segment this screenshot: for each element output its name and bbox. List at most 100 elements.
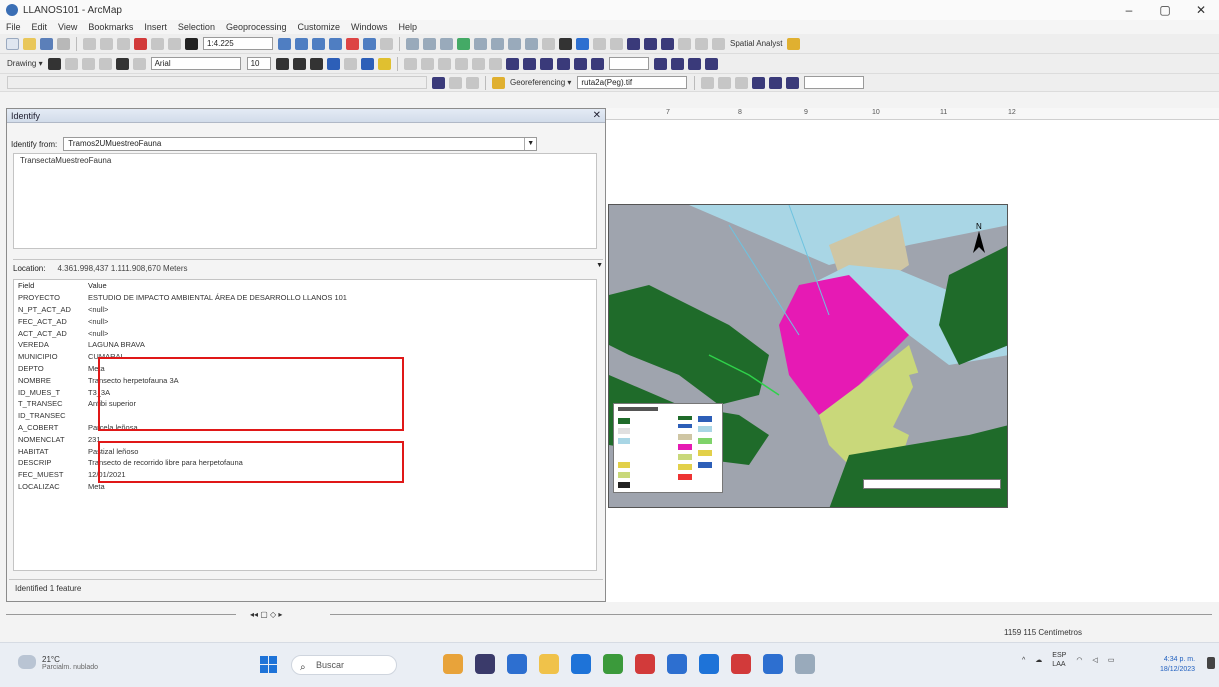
- georeferencing-menu[interactable]: Georeferencing ▾: [510, 78, 571, 87]
- zoom-out-icon[interactable]: [423, 37, 436, 50]
- menu-view[interactable]: View: [58, 22, 77, 32]
- data-driven-pages-icon[interactable]: [704, 57, 718, 70]
- hyperlink-icon[interactable]: [593, 37, 606, 50]
- chevron-down-icon[interactable]: ▼: [596, 262, 603, 269]
- layout-tool-4-icon[interactable]: [454, 57, 468, 70]
- language-indicator[interactable]: ESP LAA: [1052, 651, 1066, 669]
- full-extent-icon[interactable]: [457, 37, 470, 50]
- table-of-contents-icon[interactable]: [295, 37, 308, 50]
- attribute-row[interactable]: FEC_ACT_AD <null>: [14, 315, 596, 327]
- catalog-icon[interactable]: [312, 37, 325, 50]
- save-icon[interactable]: [40, 37, 53, 50]
- time-slider-icon[interactable]: [695, 37, 708, 50]
- layout-tool-1-icon[interactable]: [403, 57, 417, 70]
- forward-extent-icon[interactable]: [525, 37, 538, 50]
- select-elements-tool-icon[interactable]: [47, 57, 61, 70]
- new-document-icon[interactable]: [6, 37, 19, 50]
- layout-tool-5-icon[interactable]: [471, 57, 485, 70]
- layout-tool-2-icon[interactable]: [420, 57, 434, 70]
- measure-icon[interactable]: [627, 37, 640, 50]
- marker-color-icon[interactable]: [377, 57, 391, 70]
- battery-icon[interactable]: ▭: [1108, 656, 1115, 665]
- identify-title-bar[interactable]: Identify ✕: [7, 109, 605, 123]
- notifications-icon[interactable]: [1207, 657, 1215, 669]
- layout-tool-6-icon[interactable]: [488, 57, 502, 70]
- georef-tool-2-icon[interactable]: [718, 76, 732, 89]
- attribute-row[interactable]: N_PT_ACT_AD <null>: [14, 304, 596, 316]
- georef-icon[interactable]: [492, 76, 505, 89]
- zoom-whole-page-icon[interactable]: [81, 57, 95, 70]
- georef-tool-3-icon[interactable]: [735, 76, 749, 89]
- font-select[interactable]: Arial: [150, 57, 241, 70]
- fixed-zoom-out-icon[interactable]: [491, 37, 504, 50]
- menu-file[interactable]: File: [6, 22, 21, 32]
- layout-zoom-out-icon[interactable]: [522, 57, 536, 70]
- georef-tool-5-icon[interactable]: [769, 76, 783, 89]
- outlook-icon[interactable]: [571, 654, 591, 674]
- print-icon[interactable]: [57, 37, 70, 50]
- redo-icon[interactable]: [168, 37, 181, 50]
- map-scale-select[interactable]: 1:4.225: [203, 37, 273, 50]
- acrobat-icon[interactable]: [635, 654, 655, 674]
- menu-geoprocessing[interactable]: Geoprocessing: [226, 22, 287, 32]
- open-folder-icon[interactable]: [23, 37, 36, 50]
- georef-tool-6-icon[interactable]: [786, 76, 800, 89]
- app-icon[interactable]: [731, 654, 751, 674]
- georef-layer-select[interactable]: ruta2a(Peg).tif: [577, 76, 688, 89]
- undo-icon[interactable]: [151, 37, 164, 50]
- layout-previous-icon[interactable]: [590, 57, 604, 70]
- app-icon[interactable]: [475, 654, 495, 674]
- volume-icon[interactable]: ◁: [1092, 656, 1097, 665]
- maximize-button[interactable]: ▢: [1147, 0, 1183, 20]
- layer-tool-3-icon[interactable]: [466, 76, 479, 89]
- layout-tool-3-icon[interactable]: [437, 57, 451, 70]
- chevron-up-icon[interactable]: ^: [1022, 656, 1025, 665]
- georef-tool-1-icon[interactable]: [701, 76, 715, 89]
- rectangle-icon[interactable]: [98, 57, 112, 70]
- zoom-in-icon[interactable]: [406, 37, 419, 50]
- python-icon[interactable]: [363, 37, 376, 50]
- layer-tool-icon[interactable]: [432, 76, 445, 89]
- select-elements-icon[interactable]: [559, 37, 572, 50]
- attribute-row[interactable]: PROYECTO ESTUDIO DE IMPACTO AMBIENTAL ÁRE…: [14, 292, 596, 304]
- windows-start-icon[interactable]: [260, 656, 277, 673]
- menu-edit[interactable]: Edit: [32, 22, 48, 32]
- map-data-frame[interactable]: N: [608, 204, 1008, 508]
- identify-layer-select[interactable]: Tramos2UMuestreoFauna ▼: [63, 137, 538, 151]
- taskbar-search[interactable]: ⌕ Buscar: [291, 655, 397, 675]
- georef-tool-4-icon[interactable]: [752, 76, 766, 89]
- scrollbar-track[interactable]: [330, 614, 1212, 615]
- pan-icon[interactable]: [440, 37, 453, 50]
- minimize-button[interactable]: –: [1111, 0, 1147, 20]
- layer-tool-2-icon[interactable]: [449, 76, 462, 89]
- attribute-row[interactable]: VEREDA LAGUNA BRAVA: [14, 339, 596, 351]
- font-size-select[interactable]: 10: [246, 57, 271, 70]
- fill-color-icon[interactable]: [343, 57, 357, 70]
- app-icon[interactable]: [699, 654, 719, 674]
- arctoolbox-icon[interactable]: [346, 37, 359, 50]
- font-color-icon[interactable]: [326, 57, 340, 70]
- change-layout-icon[interactable]: [687, 57, 701, 70]
- georef-extra-field[interactable]: [804, 76, 865, 89]
- fixed-zoom-in-icon[interactable]: [474, 37, 487, 50]
- spatial-analyst-icon[interactable]: [787, 37, 801, 50]
- cloud-sync-icon[interactable]: ☁: [1035, 656, 1042, 665]
- add-data-icon[interactable]: [185, 37, 198, 50]
- zoom-100-icon[interactable]: [556, 57, 570, 70]
- menu-bookmarks[interactable]: Bookmarks: [88, 22, 133, 32]
- spatial-analyst-label[interactable]: Spatial Analyst: [730, 39, 782, 48]
- menu-help[interactable]: Help: [399, 22, 418, 32]
- close-button[interactable]: ✕: [1183, 0, 1219, 20]
- layout-pan-icon[interactable]: [539, 57, 553, 70]
- edge-icon[interactable]: [507, 654, 527, 674]
- find-icon[interactable]: [644, 37, 657, 50]
- paste-icon[interactable]: [117, 37, 130, 50]
- bold-icon[interactable]: [275, 57, 289, 70]
- scrollbar-track[interactable]: [6, 614, 236, 615]
- find-route-icon[interactable]: [661, 37, 674, 50]
- delete-icon[interactable]: [134, 37, 147, 50]
- copy-icon[interactable]: [100, 37, 113, 50]
- rotate-icon[interactable]: [64, 57, 78, 70]
- new-text-icon[interactable]: [132, 57, 146, 70]
- chevron-down-icon[interactable]: ▼: [524, 138, 536, 150]
